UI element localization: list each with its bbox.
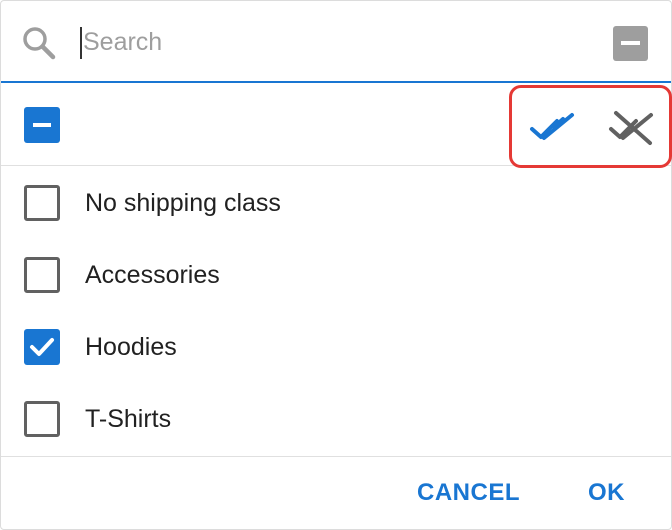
- checkbox-unchecked[interactable]: [24, 401, 60, 437]
- option-label: Hoodies: [85, 333, 177, 361]
- indeterminate-icon: [33, 123, 51, 127]
- bulk-actions-highlight: [509, 85, 672, 168]
- option-accessories[interactable]: Accessories: [1, 239, 671, 311]
- option-t-shirts[interactable]: T-Shirts: [1, 383, 671, 455]
- select-all-row: [1, 85, 672, 168]
- search-bar: [1, 1, 671, 83]
- option-label: No shipping class: [85, 189, 281, 217]
- option-no-shipping-class[interactable]: No shipping class: [1, 167, 671, 239]
- option-hoodies[interactable]: Hoodies: [1, 311, 671, 383]
- deselect-all-icon[interactable]: [608, 107, 658, 147]
- minus-icon: [621, 41, 640, 45]
- clear-search-button[interactable]: [613, 26, 648, 61]
- option-label: T-Shirts: [85, 405, 172, 433]
- text-caret: [80, 27, 82, 59]
- checkbox-unchecked[interactable]: [24, 185, 60, 221]
- search-icon: [23, 27, 56, 60]
- checkbox-checked[interactable]: [24, 329, 60, 365]
- master-checkbox[interactable]: [24, 107, 60, 143]
- filter-dialog: No shipping class Accessories Hoodies T-…: [0, 0, 672, 530]
- cancel-button[interactable]: CANCEL: [417, 477, 520, 509]
- checkbox-unchecked[interactable]: [24, 257, 60, 293]
- option-label: Accessories: [85, 261, 220, 289]
- dialog-footer: CANCEL OK: [1, 456, 671, 530]
- check-icon: [30, 338, 54, 356]
- search-input[interactable]: [83, 21, 583, 63]
- select-all-icon[interactable]: [529, 109, 579, 145]
- ok-button[interactable]: OK: [588, 477, 625, 509]
